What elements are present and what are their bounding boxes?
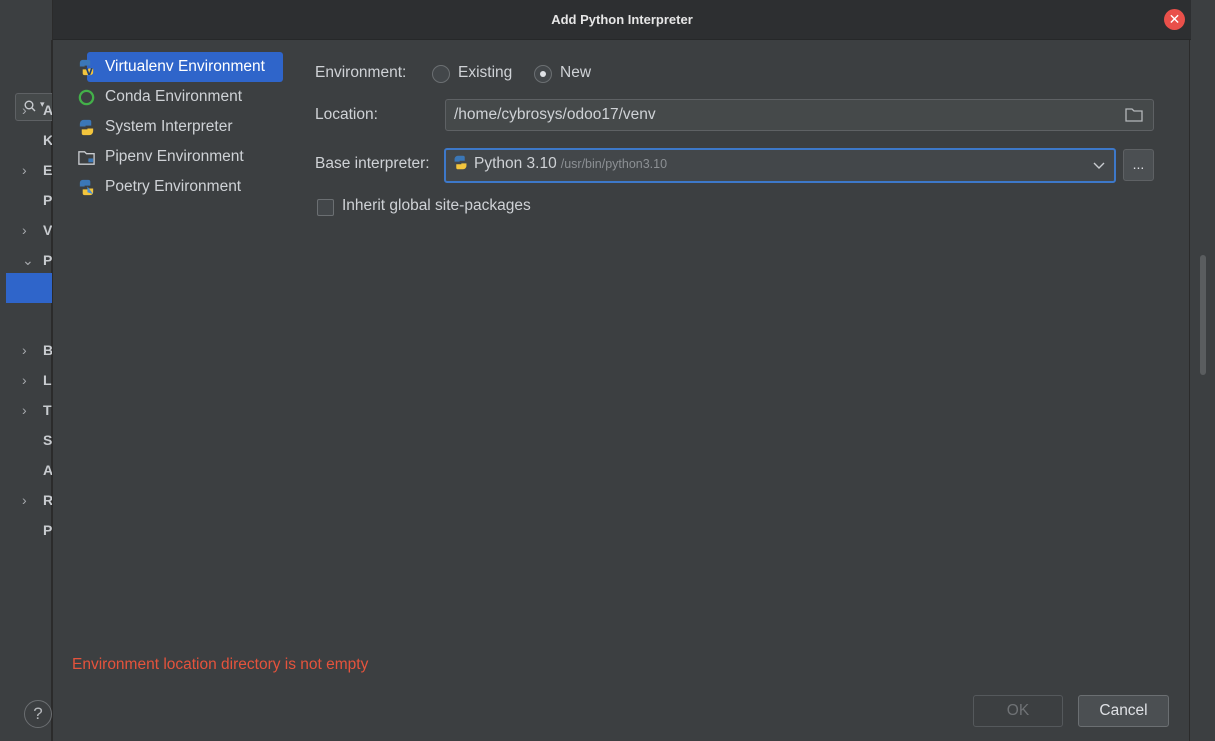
background-tree-row[interactable]: › T <box>0 395 52 425</box>
env-item-system[interactable]: System Interpreter <box>73 112 287 142</box>
env-item-pipenv[interactable]: Pipenv Environment <box>73 142 287 172</box>
close-icon: ✕ <box>1168 11 1181 27</box>
base-interpreter-label: Base interpreter: <box>315 155 430 172</box>
virtualenv-icon: V <box>79 59 94 77</box>
background-tree-row[interactable]: P <box>0 185 52 215</box>
close-button[interactable]: ✕ <box>1164 9 1185 30</box>
new-radio-label[interactable]: New <box>560 64 591 82</box>
existing-radio-label[interactable]: Existing <box>458 64 512 82</box>
env-item-label: Pipenv Environment <box>105 148 244 165</box>
background-right-panel <box>1190 0 1215 741</box>
python-icon <box>79 119 94 136</box>
inherit-site-packages-checkbox[interactable] <box>317 199 334 216</box>
dialog-title: Add Python Interpreter <box>551 12 693 27</box>
location-label: Location: <box>315 106 378 123</box>
new-radio[interactable] <box>534 65 552 83</box>
inherit-site-packages-label[interactable]: Inherit global site-packages <box>342 197 531 215</box>
env-item-conda[interactable]: Conda Environment <box>73 82 287 112</box>
chevron-down-icon: ⌄ <box>22 252 34 268</box>
folder-icon[interactable] <box>1125 107 1143 123</box>
base-interpreter-name: Python 3.10 <box>474 155 557 172</box>
existing-radio[interactable] <box>432 65 450 83</box>
add-python-interpreter-dialog: Add Python Interpreter ✕ V Virtualenv En… <box>52 0 1191 741</box>
background-tree-row[interactable]: › R <box>0 485 53 515</box>
background-tree-row[interactable]: P <box>0 515 52 545</box>
env-item-poetry[interactable]: Poetry Environment <box>73 172 287 202</box>
poetry-icon <box>79 179 94 196</box>
chevron-right-icon: › <box>22 222 27 238</box>
base-interpreter-path: /usr/bin/python3.10 <box>560 157 668 171</box>
background-tree-row[interactable]: › V <box>0 215 52 245</box>
env-item-label: Conda Environment <box>105 88 242 105</box>
dialog-titlebar[interactable]: Add Python Interpreter ✕ <box>53 0 1191 40</box>
location-value: /home/cybrosys/odoo17/venv <box>454 106 656 123</box>
conda-icon <box>78 89 95 106</box>
chevron-down-icon <box>1093 162 1105 169</box>
env-item-label: Virtualenv Environment <box>105 58 265 75</box>
background-tree-row[interactable]: S <box>0 425 52 455</box>
env-item-label: Poetry Environment <box>105 178 242 195</box>
background-tree-row[interactable]: A <box>0 455 53 485</box>
background-tree-row[interactable]: › B <box>0 335 53 365</box>
background-tree-row[interactable]: ⌄ P <box>0 245 52 275</box>
background-scrollbar[interactable] <box>1200 255 1206 375</box>
ok-button[interactable]: OK <box>973 695 1063 727</box>
background-tree-row[interactable]: › A <box>0 95 53 125</box>
svg-text:V: V <box>86 67 94 77</box>
chevron-right-icon: › <box>22 372 27 388</box>
chevron-right-icon: › <box>22 342 27 358</box>
environment-type-list: V Virtualenv Environment Conda Environme… <box>73 52 287 202</box>
env-item-virtualenv[interactable]: V Virtualenv Environment <box>73 52 287 82</box>
chevron-right-icon: › <box>22 162 27 178</box>
pipenv-icon <box>78 151 95 165</box>
help-button[interactable]: ? <box>24 700 52 728</box>
chevron-right-icon: › <box>22 492 27 508</box>
background-tree-row[interactable]: K <box>0 125 53 155</box>
location-field[interactable]: /home/cybrosys/odoo17/venv <box>445 99 1154 131</box>
environment-label: Environment: <box>315 64 407 81</box>
env-item-label: System Interpreter <box>105 118 233 135</box>
cancel-button[interactable]: Cancel <box>1078 695 1169 727</box>
chevron-right-icon: › <box>22 402 27 418</box>
background-tree-row[interactable]: › E <box>0 155 52 185</box>
background-tree-row[interactable]: › L <box>0 365 52 395</box>
chevron-right-icon: › <box>22 102 27 118</box>
validation-error-message: Environment location directory is not em… <box>72 656 369 673</box>
python-icon <box>454 155 467 170</box>
background-selected-row <box>6 273 52 303</box>
browse-interpreter-button[interactable]: ... <box>1123 149 1154 181</box>
base-interpreter-dropdown[interactable]: Python 3.10/usr/bin/python3.10 <box>444 148 1116 183</box>
